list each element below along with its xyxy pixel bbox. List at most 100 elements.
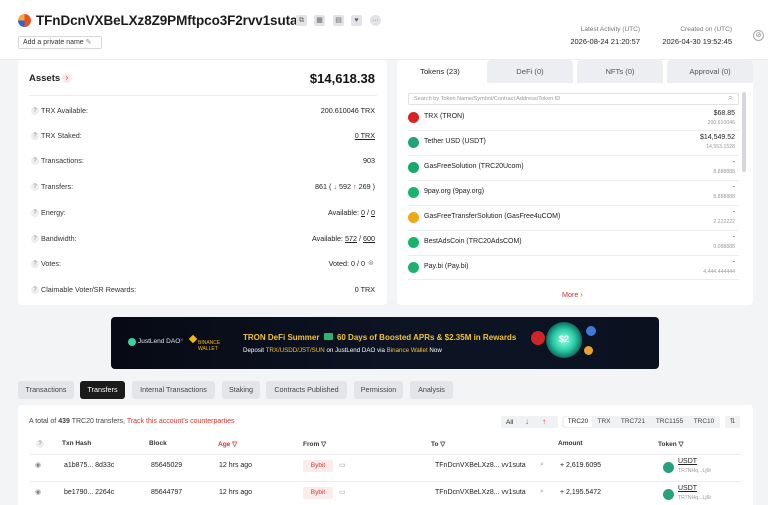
to-address-head: TFnDcnVXBeLXz8... (435, 462, 500, 469)
tab-transfers[interactable]: Transfers (80, 381, 125, 399)
justlend-logo-icon (128, 338, 136, 346)
txn-hash-link[interactable]: be1790... 2264c (64, 489, 114, 496)
search-icon[interactable]: ⌕ (540, 461, 544, 469)
usdt-token-icon (663, 489, 674, 500)
banner-sub-d: Binance Wallet (386, 347, 428, 354)
from-tag[interactable]: Bybit (303, 487, 333, 499)
tab-analysis[interactable]: Analysis (410, 381, 453, 399)
txn-hash-link[interactable]: a1b875... 8d33c (64, 462, 114, 469)
bandwidth-total[interactable]: 600 (363, 234, 375, 243)
help-icon: ? (31, 260, 39, 268)
vote-icon[interactable]: ⊛ (368, 259, 374, 267)
energy-available[interactable]: 0 (361, 208, 365, 217)
filter-trc20[interactable]: TRC20 (564, 417, 592, 427)
token-search-input[interactable]: Search by Token Name/Symbol/Contract Add… (408, 93, 739, 105)
token-name[interactable]: GasFreeSolution (TRC20Ucom) (424, 163, 524, 170)
eye-icon[interactable]: ◉ (35, 461, 41, 469)
filter-in-arrow-icon[interactable]: ↓ (525, 417, 529, 426)
token-list-scrollbar[interactable] (742, 92, 746, 172)
tab-tokens[interactable]: Tokens (23) (397, 60, 483, 83)
filter-icon: ▽ (678, 441, 684, 448)
token-name[interactable]: BestAdsCoin (TRC20AdsCOM) (424, 238, 522, 245)
banner-subline: Deposit TRX/USDD/JST/SUN on JustLend DAO… (243, 347, 442, 354)
copy-icon[interactable]: ⧉ (296, 15, 307, 26)
tab-staking[interactable]: Staking (222, 381, 260, 399)
token-name[interactable]: TRX (TRON) (424, 113, 464, 120)
bandwidth-available[interactable]: 572 (345, 234, 357, 243)
token-divider (408, 180, 739, 181)
token-divider (408, 230, 739, 231)
from-tag[interactable]: Bybit (303, 460, 333, 472)
col-to[interactable]: To ▽ (431, 440, 445, 448)
bestads-token-icon (408, 237, 419, 248)
token-link[interactable]: USDT (678, 458, 697, 465)
token-value: $14,549.52 (699, 134, 735, 141)
transactions-value: 903 (363, 156, 375, 165)
table-header-divider (29, 454, 741, 455)
tab-transactions[interactable]: Transactions (18, 381, 74, 399)
tab-defi[interactable]: DeFi (0) (487, 60, 573, 83)
assets-total-value: $14,618.38 (309, 71, 375, 86)
token-link[interactable]: USDT (678, 485, 697, 492)
banner-headline-d: in Rewards (471, 333, 517, 342)
tab-contracts-published[interactable]: Contracts Published (266, 381, 347, 399)
help-icon: ? (31, 286, 39, 294)
arrow-up-icon: ↑ (353, 182, 357, 191)
tab-permission[interactable]: Permission (354, 381, 403, 399)
more-tokens-link[interactable]: More › (562, 290, 583, 299)
age-value: 12 hrs ago (219, 462, 253, 469)
trx-staked-value[interactable]: 0 TRX (355, 131, 375, 140)
col-block: Block (149, 440, 167, 447)
filter-trx[interactable]: TRX (594, 417, 614, 427)
qr-code-icon[interactable]: ▦ (314, 15, 325, 26)
latest-activity-label: Latest Activity (UTC) (580, 26, 640, 33)
block-link[interactable]: 85645029 (151, 462, 182, 469)
tab-approval[interactable]: Approval (0) (667, 60, 753, 83)
col-token[interactable]: Token ▽ (658, 440, 683, 448)
token-amount: 200.610046 (707, 120, 735, 126)
edit-icon: ✎ (85, 39, 92, 46)
filter-out-arrow-icon[interactable]: ↑ (542, 417, 546, 426)
token-value: - (732, 159, 735, 166)
token-name[interactable]: Pay.bi (Pay.bi) (424, 263, 468, 270)
banner-sub-a: Deposit (243, 347, 266, 354)
compass-icon[interactable]: ⊘ (753, 30, 764, 41)
token-name[interactable]: Tether USD (USDT) (424, 138, 486, 145)
favorite-icon[interactable]: ♥ (351, 15, 362, 26)
energy-total[interactable]: 0 (371, 208, 375, 217)
tab-internal-transactions[interactable]: Internal Transactions (132, 381, 215, 399)
col-from[interactable]: From ▽ (303, 440, 326, 448)
col-age[interactable]: Age ▽ (218, 440, 237, 448)
filter-trc10[interactable]: TRC10 (690, 417, 718, 427)
created-on-label: Created on (UTC) (680, 26, 732, 33)
comment-icon[interactable]: ▭ (339, 461, 346, 469)
chart-icon[interactable]: ▤ (333, 15, 344, 26)
token-name[interactable]: GasFreeTransferSolution (GasFree4uCOM) (424, 213, 560, 220)
binance-wallet-brand: BINANCE WALLET (198, 340, 221, 352)
track-counterparties-link[interactable]: Track this account's counterparties (127, 418, 235, 425)
filter-all[interactable]: All (506, 419, 513, 426)
energy-value: Available: 0 / 0 (327, 208, 375, 217)
token-amount: 8.888888 (713, 169, 735, 175)
filter-trc721[interactable]: TRC721 (617, 417, 649, 427)
account-address: TFnDcnVXBeLXz8Z9PMftpco3F2rvv1suta (36, 13, 298, 28)
more-options-icon[interactable]: ··· (370, 15, 381, 26)
eye-icon[interactable]: ◉ (35, 488, 41, 496)
filter-icon: ▽ (232, 441, 238, 448)
token-name[interactable]: 9pay.org (9pay.org) (424, 188, 484, 195)
chevron-right-icon[interactable]: › (62, 73, 72, 83)
filter-settings-icon[interactable]: ⇅ (725, 416, 740, 428)
block-link[interactable]: 85644797 (151, 489, 182, 496)
comment-icon[interactable]: ▭ (339, 488, 346, 496)
search-icon[interactable]: ⌕ (540, 488, 544, 496)
tab-nfts[interactable]: NFTs (0) (577, 60, 663, 83)
search-icon[interactable]: ⌕ (728, 93, 732, 103)
sun-coin-icon (584, 346, 593, 355)
help-icon: ? (31, 132, 39, 140)
transfers-label: Transfers: (41, 182, 74, 191)
token-amount: 8.888888 (713, 194, 735, 200)
transfers-value: 861 ( ↓ 592 ↑ 269 ) (315, 182, 375, 191)
filter-trc1155[interactable]: TRC1155 (652, 417, 687, 427)
9pay-token-icon (408, 187, 419, 198)
add-private-name-button[interactable]: Add a private name ✎ (18, 36, 102, 49)
